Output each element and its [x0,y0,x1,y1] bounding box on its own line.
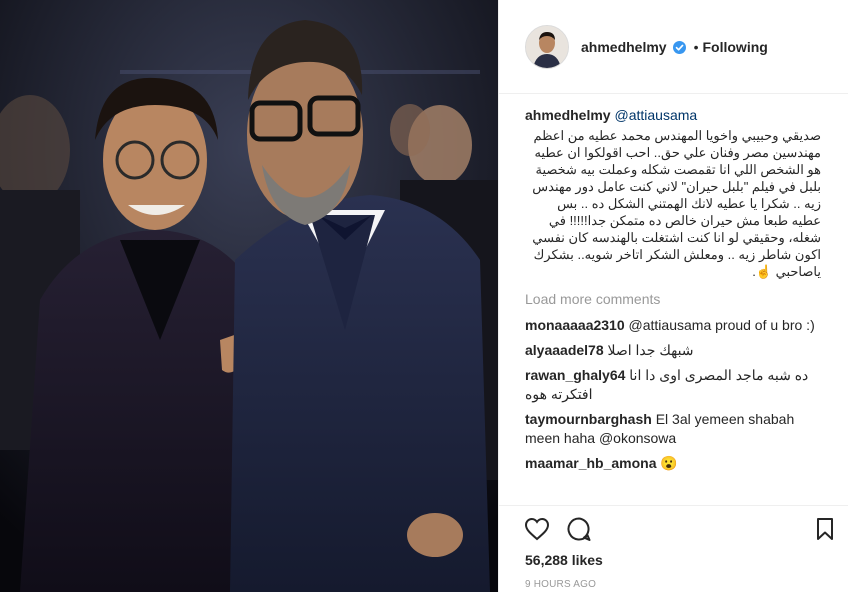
caption-text: صديقي وحبيبي واخويا المهندس محمد عطيه من… [532,128,821,279]
comment-username[interactable]: alyaaadel78 [525,342,604,358]
actions-divider [499,505,848,506]
likes-count[interactable]: 56,288 likes [525,552,603,568]
load-more-comments-button[interactable]: Load more comments [525,290,821,309]
instagram-post: ahmedhelmy • Following ahmedhelmy @attia… [0,0,848,592]
comment-text: شبهك جدا اصلا [607,342,694,358]
avatar-image [526,26,568,68]
comment-item: rawan_ghaly64 ده شبه ماجد المصرى اوى دا … [525,366,821,404]
post-timestamp[interactable]: 9 HOURS AGO [525,579,596,590]
comment-text: 😮 [660,455,678,471]
post-sidebar: ahmedhelmy • Following ahmedhelmy @attia… [498,0,848,592]
verified-badge-icon [672,40,686,54]
comment-item: alyaaadel78 شبهك جدا اصلا [525,341,821,360]
bookmark-icon[interactable] [811,515,839,543]
caption-username[interactable]: ahmedhelmy [525,107,611,123]
comment-bubble-icon[interactable] [565,515,593,543]
comment-username[interactable]: taymournbarghash [525,411,652,427]
comment-username[interactable]: maamar_hb_amona [525,455,657,471]
post-actions [523,515,839,543]
comment-text: @attiausama proud of u bro :) [628,317,815,333]
header-username[interactable]: ahmedhelmy [581,39,667,55]
post-header: ahmedhelmy • Following [499,20,848,74]
like-heart-icon[interactable] [523,515,551,543]
comment-username[interactable]: rawan_ghaly64 [525,367,625,383]
photo-illustration [0,0,498,592]
following-button[interactable]: Following [703,39,768,55]
post-photo[interactable] [0,0,498,592]
comment-item: taymournbarghash El 3al yemeen shabah me… [525,410,821,448]
comment-item: monaaaaa2310 @attiausama proud of u bro … [525,316,821,335]
comment-username[interactable]: monaaaaa2310 [525,317,625,333]
caption-mention[interactable]: @attiausama [614,107,697,123]
caption: ahmedhelmy @attiausama صديقي وحبيبي واخو… [525,106,821,280]
comment-item: maamar_hb_amona 😮 [525,454,821,473]
header-divider [499,93,848,94]
separator-dot: • [693,39,699,55]
comments-section[interactable]: ahmedhelmy @attiausama صديقي وحبيبي واخو… [525,106,821,502]
avatar[interactable] [525,25,569,69]
